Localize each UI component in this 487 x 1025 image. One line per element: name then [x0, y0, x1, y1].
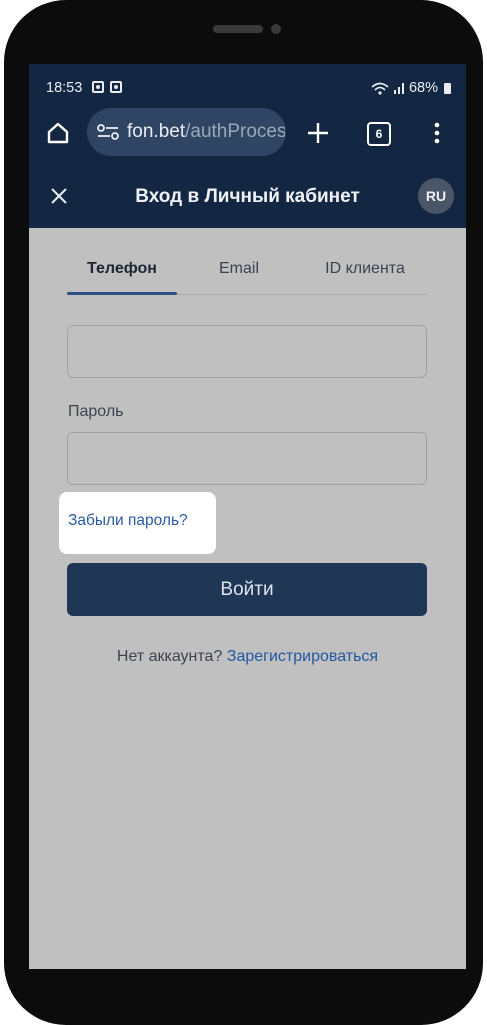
login-button[interactable]: Войти — [67, 563, 427, 616]
tab-email[interactable]: Email — [179, 260, 299, 278]
phone-input[interactable] — [67, 325, 427, 378]
front-camera — [271, 24, 281, 34]
browser-topbar: 18:53 68% fon.bet/authProcess 6 Вход в Л… — [29, 64, 466, 228]
screen: 18:53 68% fon.bet/authProcess 6 Вход в Л… — [29, 64, 466, 969]
url-domain: fon.bet — [127, 121, 186, 142]
forgot-password-highlight: Забыли пароль? — [59, 492, 216, 554]
status-time: 18:53 — [46, 80, 83, 96]
no-account-text: Нет аккаунта? — [116, 648, 223, 665]
url-text[interactable]: fon.bet/authProcess — [127, 121, 285, 143]
tab-phone[interactable]: Телефон — [62, 260, 182, 278]
register-row: Нет аккаунта? Зарегистрироваться — [29, 648, 466, 666]
language-button[interactable]: RU — [418, 178, 454, 214]
battery-percent: 68% — [408, 80, 438, 96]
earpiece-speaker — [213, 25, 263, 33]
active-tab-indicator — [67, 292, 177, 295]
status-right: 68% — [371, 80, 451, 96]
address-bar[interactable]: fon.bet/authProcess — [87, 108, 286, 156]
wifi-icon — [371, 82, 389, 95]
password-label: Пароль — [68, 403, 124, 420]
notification-icons — [92, 81, 122, 93]
tab-client-id[interactable]: ID клиента — [305, 260, 425, 278]
url-path: /authProcess — [185, 121, 285, 142]
signal-icon — [393, 83, 404, 94]
register-link[interactable]: Зарегистрироваться — [227, 648, 378, 665]
plus-icon — [308, 123, 328, 143]
tab-switcher-button[interactable]: 6 — [367, 122, 391, 146]
password-input[interactable] — [67, 432, 427, 485]
app-notification-icon — [110, 81, 122, 93]
home-button[interactable] — [45, 120, 71, 146]
page-title: Вход в Личный кабинет — [135, 186, 360, 207]
phone-frame: 18:53 68% fon.bet/authProcess 6 Вход в Л… — [4, 0, 483, 1025]
forgot-password-link[interactable]: Забыли пароль? — [68, 512, 188, 530]
battery-icon — [444, 82, 451, 94]
home-icon — [47, 122, 69, 144]
new-tab-button[interactable] — [305, 120, 331, 146]
gallery-notification-icon — [92, 81, 104, 93]
browser-menu-button[interactable] — [427, 121, 447, 145]
site-settings-icon[interactable] — [97, 123, 119, 141]
tab-count: 6 — [367, 122, 391, 146]
kebab-menu-icon — [434, 122, 440, 144]
